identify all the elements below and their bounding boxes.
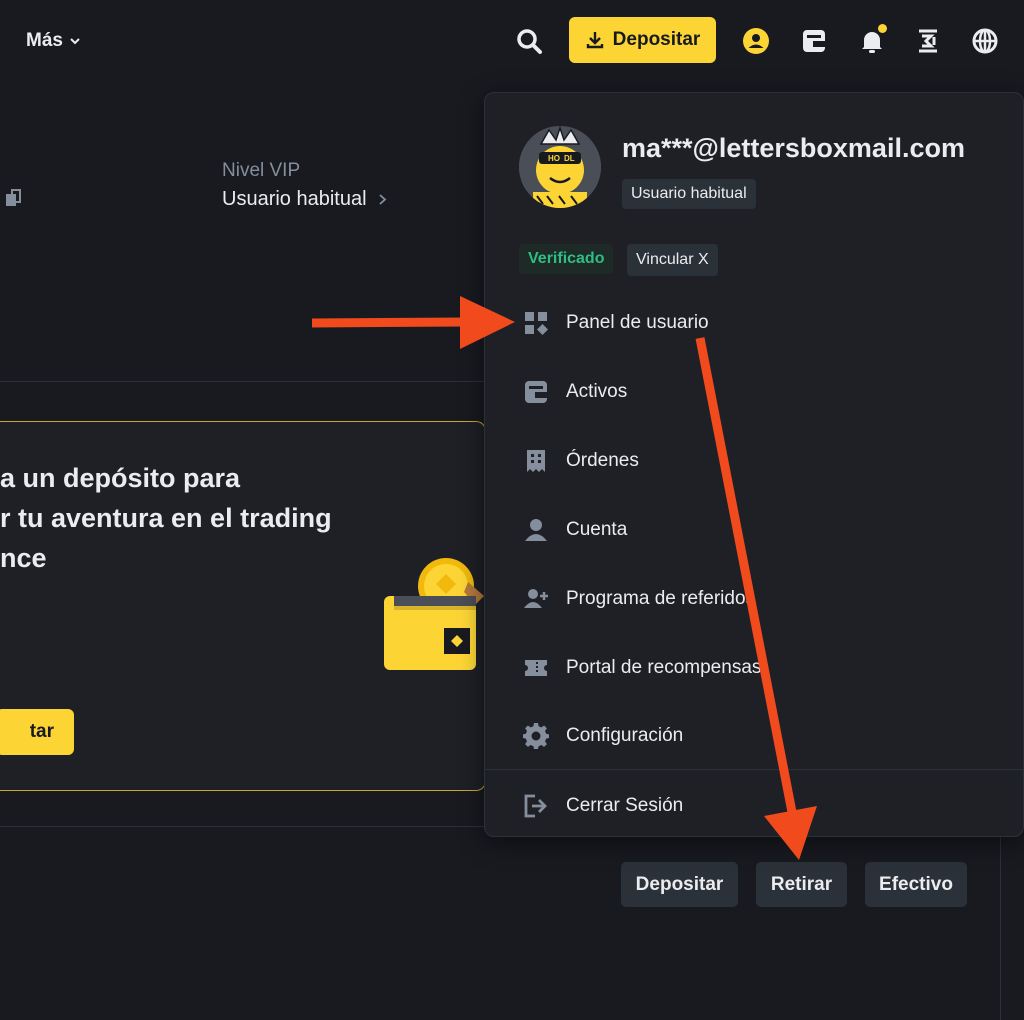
promo-title: a un depósito para r tu aventura en el t… [0,458,360,578]
orders-icon [522,447,550,475]
column-divider [1000,836,1001,1020]
menu-item-label: Portal de recompensas [566,657,762,678]
link-x-button[interactable]: Vincular X [627,244,718,276]
transfer-icon[interactable] [911,24,945,58]
profile-icon[interactable] [739,24,773,58]
cash-button[interactable]: Efectivo [865,862,967,907]
chevron-down-icon [70,38,80,45]
promo-title-line-3: nce [0,543,47,573]
withdraw-button[interactable]: Retirar [756,862,847,907]
menu-item-referral[interactable]: Programa de referidos [485,568,1023,630]
gear-icon [522,722,550,750]
deposit-button[interactable]: Depositar [569,17,716,63]
more-menu[interactable]: Más [26,30,81,52]
menu-item-label: Panel de usuario [566,312,709,333]
vip-level-value: Usuario habitual [222,188,367,210]
notification-bell-icon[interactable] [855,24,889,58]
ticket-icon [522,654,550,682]
profile-dropdown: HO DL ma***@lettersboxmail.com Usuario h… [484,92,1024,837]
promo-title-line-2: r tu aventura en el trading [0,503,332,533]
add-user-icon [522,585,550,613]
section-divider [0,381,486,382]
search-icon[interactable] [512,24,546,58]
chevron-right-icon [378,194,386,205]
menu-item-label: Cerrar Sesión [566,795,684,816]
user-type-badge: Usuario habitual [622,179,756,209]
wallet-icon [522,378,550,406]
menu-item-settings[interactable]: Configuración [485,705,1023,767]
avatar-glasses-text: HO [548,154,560,163]
menu-divider [485,769,1023,770]
globe-icon[interactable] [968,24,1002,58]
more-label: Más [26,30,63,51]
deposit-action-button[interactable]: Depositar [621,862,738,907]
menu-item-label: Activos [566,381,628,402]
menu-item-label: Programa de referidos [566,588,756,609]
promo-title-line-1: a un depósito para [0,463,241,493]
dashboard-icon [522,309,550,337]
menu-item-orders[interactable]: Órdenes [485,430,1023,492]
menu-item-rewards[interactable]: Portal de recompensas [485,637,1023,699]
menu-item-assets[interactable]: Activos [485,361,1023,423]
avatar[interactable]: HO DL [519,126,601,208]
wallet-icon[interactable] [797,24,831,58]
menu-item-label: Órdenes [566,450,639,471]
svg-text:DL: DL [564,154,575,163]
user-email: ma***@lettersboxmail.com [622,133,965,163]
deposit-label: Depositar [612,29,701,50]
vip-level-label: Nivel VIP [222,160,301,181]
notification-dot [878,24,887,33]
vip-level-link[interactable]: Usuario habitual [222,188,388,211]
menu-item-label: Cuenta [566,519,628,540]
promo-button-label: tar [29,721,54,742]
menu-item-label: Configuración [566,725,684,746]
user-icon [522,516,550,544]
withdraw-label: Retirar [770,873,833,895]
menu-item-logout[interactable]: Cerrar Sesión [485,775,1023,837]
verified-badge: Verificado [519,244,614,274]
copy-icon[interactable] [4,188,22,208]
cash-label: Efectivo [879,873,953,895]
download-icon [586,32,603,49]
logout-icon [522,792,550,820]
promo-deposit-button[interactable]: tar [0,709,74,755]
menu-item-user-panel[interactable]: Panel de usuario [485,292,1023,354]
deposit-action-label: Depositar [635,873,724,895]
wallet-coin-illustration [384,558,484,670]
menu-item-account[interactable]: Cuenta [485,499,1023,561]
